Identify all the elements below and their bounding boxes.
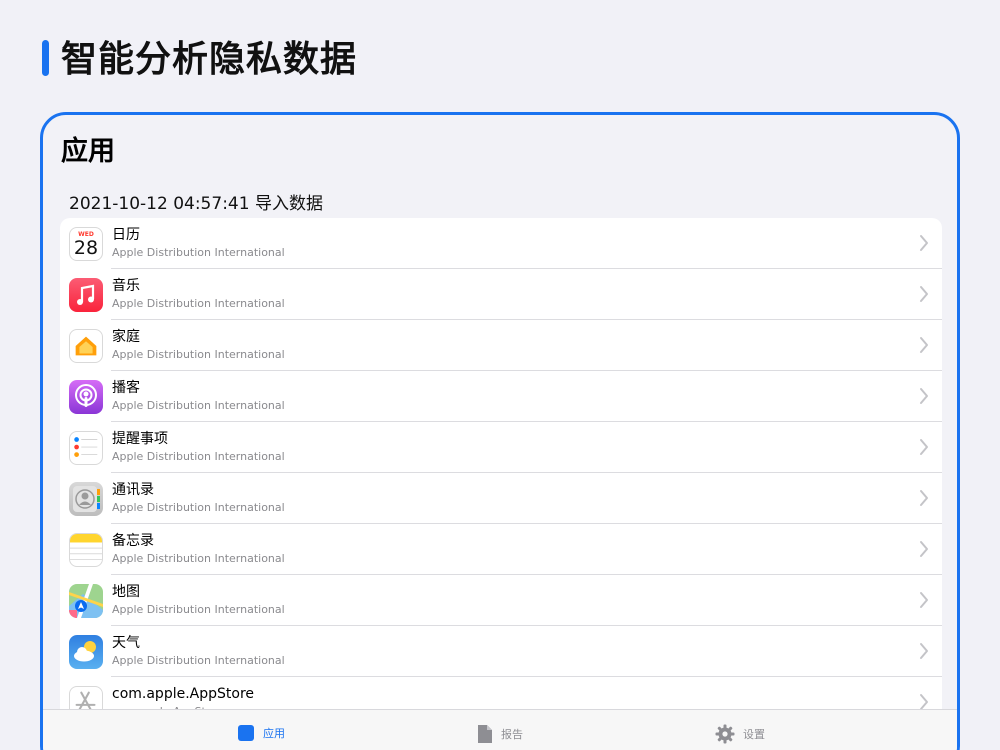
app-name: 家庭 <box>112 329 140 345</box>
chevron-right-icon <box>920 490 928 506</box>
list-item[interactable]: 天气 Apple Distribution International <box>60 626 942 677</box>
list-item[interactable]: 提醒事项 Apple Distribution International <box>60 422 942 473</box>
app-developer: Apple Distribution International <box>112 603 285 616</box>
section-title: 应用 <box>61 136 115 167</box>
podcasts-icon <box>69 379 103 414</box>
maps-icon <box>69 583 103 618</box>
app-name: 播客 <box>112 380 140 396</box>
tab-label: 报告 <box>501 728 523 741</box>
chevron-right-icon <box>920 592 928 608</box>
app-developer: Apple Distribution International <box>112 399 285 412</box>
app-developer: Apple Distribution International <box>112 552 285 565</box>
list-item[interactable]: 音乐 Apple Distribution International <box>60 269 942 320</box>
contacts-icon <box>69 481 103 516</box>
gear-icon <box>715 724 735 744</box>
import-timestamp: 2021-10-12 04:57:41 导入数据 <box>69 194 323 214</box>
tab-apps[interactable]: 应用 <box>237 724 285 742</box>
app-name: 音乐 <box>112 278 140 294</box>
chevron-right-icon <box>920 541 928 557</box>
app-list: WED 28 日历 Apple Distribution Internation… <box>60 218 942 728</box>
calendar-icon: WED 28 <box>69 226 103 261</box>
list-item[interactable]: 备忘录 Apple Distribution International <box>60 524 942 575</box>
reminders-icon <box>69 430 103 465</box>
list-item[interactable]: 地图 Apple Distribution International <box>60 575 942 626</box>
app-name: 提醒事项 <box>112 431 168 447</box>
chevron-right-icon <box>920 235 928 251</box>
tab-report[interactable]: 报告 <box>477 724 523 744</box>
chevron-right-icon <box>920 439 928 455</box>
app-name: 天气 <box>112 635 140 651</box>
app-developer: Apple Distribution International <box>112 654 285 667</box>
home-icon <box>69 328 103 363</box>
list-item[interactable]: WED 28 日历 Apple Distribution Internation… <box>60 218 942 269</box>
document-icon <box>478 725 492 743</box>
app-name: 地图 <box>112 584 140 600</box>
notes-icon <box>69 532 103 567</box>
app-developer: Apple Distribution International <box>112 348 285 361</box>
app-name: 备忘录 <box>112 533 154 549</box>
chevron-right-icon <box>920 337 928 353</box>
list-item[interactable]: 家庭 Apple Distribution International <box>60 320 942 371</box>
app-name: 通讯录 <box>112 482 154 498</box>
page-title: 智能分析隐私数据 <box>61 39 358 80</box>
app-developer: Apple Distribution International <box>112 501 285 514</box>
chevron-right-icon <box>920 286 928 302</box>
chevron-right-icon <box>920 388 928 404</box>
tab-bar: 应用 报告 设置 <box>43 709 957 750</box>
app-developer: Apple Distribution International <box>112 450 285 463</box>
tab-label: 设置 <box>743 728 765 741</box>
music-icon <box>69 277 103 312</box>
list-item[interactable]: 通讯录 Apple Distribution International <box>60 473 942 524</box>
calendar-day: 28 <box>73 236 99 259</box>
app-name: 日历 <box>112 227 140 243</box>
app-developer: Apple Distribution International <box>112 297 285 310</box>
title-accent-bar <box>42 40 49 76</box>
chevron-right-icon <box>920 643 928 659</box>
tab-settings[interactable]: 设置 <box>715 724 765 744</box>
app-developer: Apple Distribution International <box>112 246 285 259</box>
app-name: com.apple.AppStore <box>112 686 255 702</box>
list-item[interactable]: 播客 Apple Distribution International <box>60 371 942 422</box>
apps-square-icon <box>238 725 254 741</box>
tab-label: 应用 <box>263 727 285 740</box>
app-frame: 应用 2021-10-12 04:57:41 导入数据 WED 28 日历 Ap… <box>40 112 960 750</box>
page-header: 智能分析隐私数据 <box>42 34 357 80</box>
weather-icon <box>69 634 103 669</box>
